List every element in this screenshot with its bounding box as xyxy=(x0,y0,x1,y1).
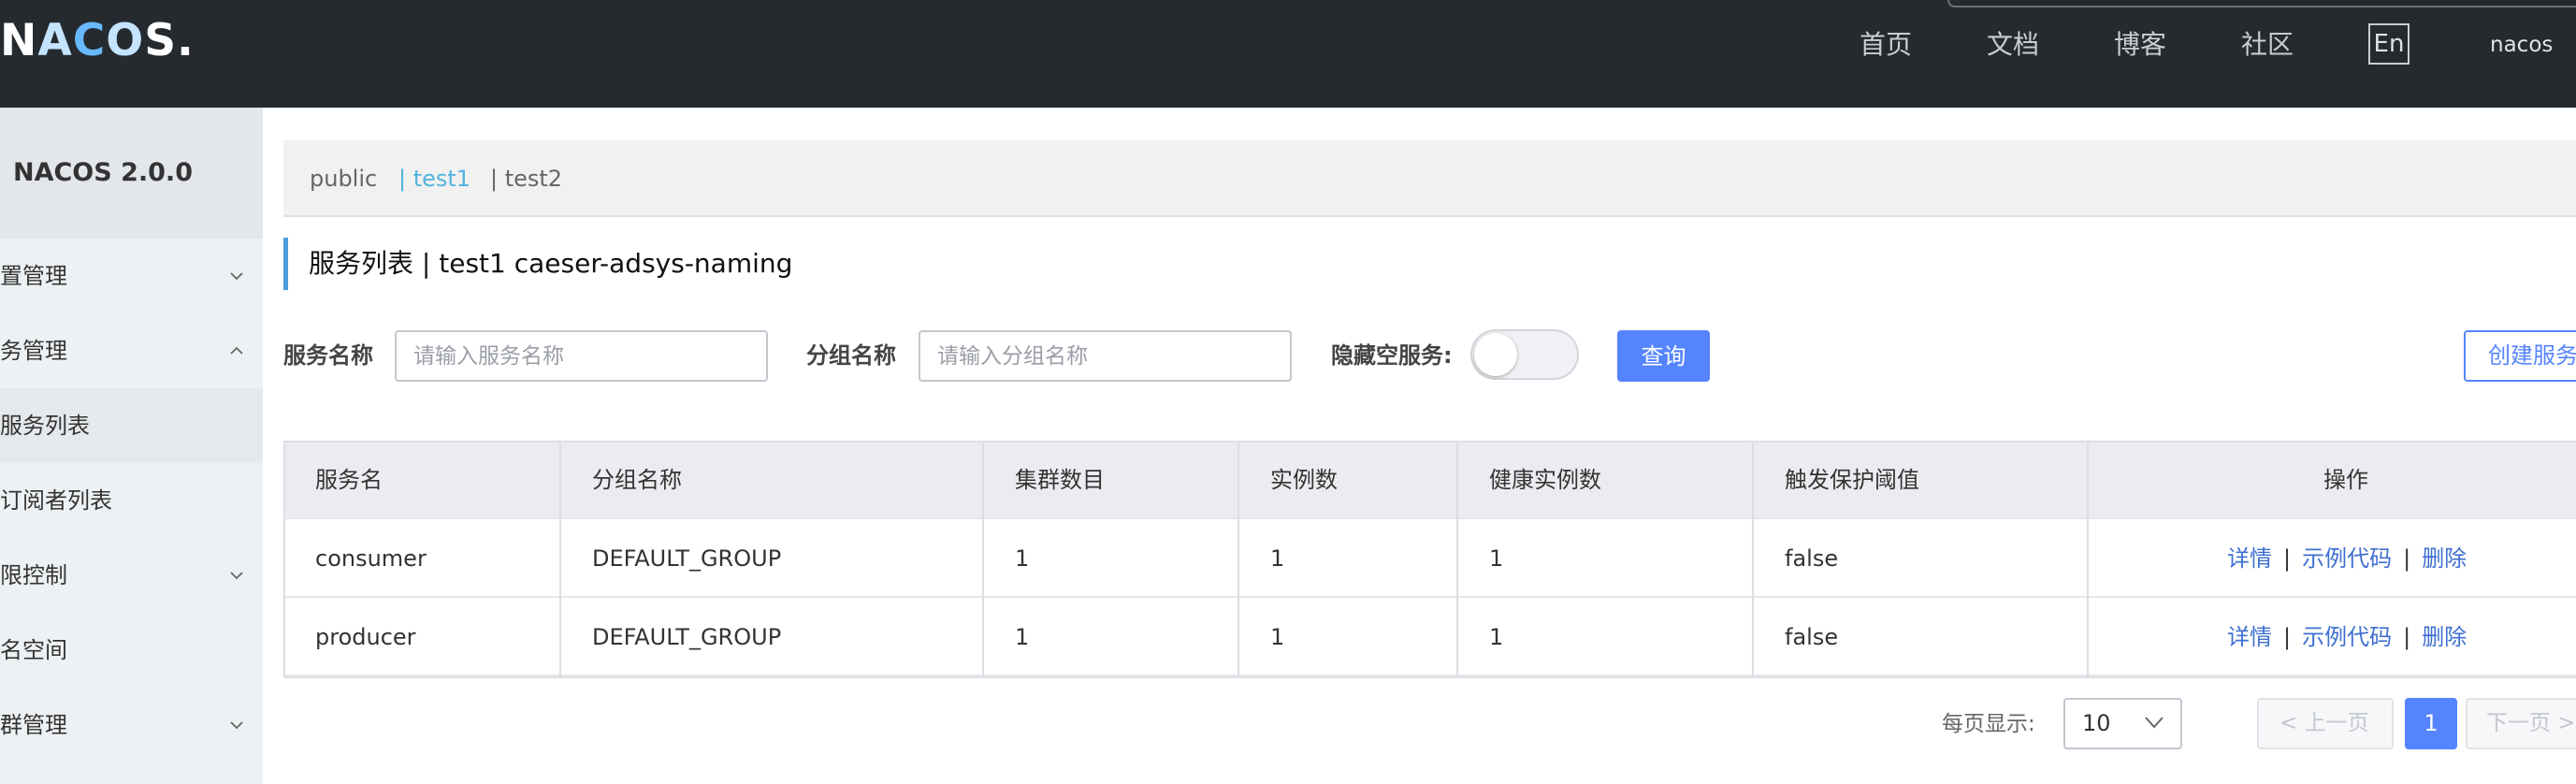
chevron-down-icon xyxy=(230,572,243,580)
column-divider xyxy=(982,441,984,678)
delete-link[interactable]: 删除 xyxy=(2422,545,2467,572)
sidebar-item-label: 置管理 xyxy=(0,263,67,289)
namespace-tab-public[interactable]: public xyxy=(310,163,377,195)
sidebar-title: NACOS 2.0.0 xyxy=(0,108,263,239)
column-divider xyxy=(2087,441,2089,678)
sidebar-item-namespace[interactable]: 名空间 xyxy=(0,613,263,688)
query-button[interactable]: 查询 xyxy=(1617,330,1710,382)
group-name-cell: DEFAULT_GROUP xyxy=(592,545,782,572)
table-header-row: 服务名 分组名称 集群数目 实例数 健康实例数 触发保护阈值 操作 xyxy=(283,441,2576,519)
language-toggle-button[interactable]: En xyxy=(2368,23,2410,65)
next-page-button[interactable]: 下一页 > xyxy=(2466,698,2576,749)
service-name-cell: consumer xyxy=(315,545,427,572)
per-page-select[interactable]: 10 xyxy=(2063,698,2182,749)
nacos-logo[interactable]: NACOS. xyxy=(0,13,195,69)
chevron-down-icon xyxy=(230,272,243,281)
service-name-label: 服务名称 xyxy=(283,342,373,369)
threshold-cell: false xyxy=(1785,545,1839,572)
column-header: 实例数 xyxy=(1270,467,1338,493)
sample-code-link[interactable]: 示例代码 xyxy=(2302,624,2392,650)
service-name-input[interactable] xyxy=(395,330,768,382)
sidebar-item-label: 服务列表 xyxy=(0,413,90,439)
column-header: 服务名 xyxy=(315,467,383,493)
chevron-down-icon xyxy=(2145,717,2164,729)
instance-count-cell: 1 xyxy=(1270,624,1285,650)
column-divider xyxy=(559,441,561,678)
sidebar-item-label: 限控制 xyxy=(0,562,67,588)
version-label: NACOS 2.0.0 xyxy=(13,158,193,187)
group-name-cell: DEFAULT_GROUP xyxy=(592,624,782,650)
sidebar-item-label: 务管理 xyxy=(0,338,67,364)
column-header: 分组名称 xyxy=(592,467,682,493)
table-row: producer DEFAULT_GROUP 1 1 1 false 详情 | 示例… xyxy=(283,598,2576,676)
sidebar-item-access-control[interactable]: 限控制 xyxy=(0,538,263,613)
sidebar-item-service-management[interactable]: 务管理 xyxy=(0,313,263,388)
namespace-tab-test1[interactable]: | test1 xyxy=(398,163,470,195)
sidebar-item-label: 订阅者列表 xyxy=(0,487,112,514)
chevron-up-icon xyxy=(230,346,243,355)
sidebar: NACOS 2.0.0 置管理 务管理 服务列表 订阅者列表 限控制 名空间 群… xyxy=(0,108,263,784)
detail-link[interactable]: 详情 xyxy=(2227,545,2272,572)
threshold-cell: false xyxy=(1785,624,1839,650)
hide-empty-label: 隐藏空服务: xyxy=(1331,342,1453,369)
column-header: 集群数目 xyxy=(1015,467,1105,493)
column-header: 操作 xyxy=(2323,467,2368,493)
toggle-knob xyxy=(1474,333,1517,376)
per-page-label: 每页显示: xyxy=(1942,712,2035,736)
column-divider xyxy=(1237,441,1239,678)
nav-home[interactable]: 首页 xyxy=(1860,26,1912,64)
create-service-button[interactable]: 创建服务 xyxy=(2464,330,2576,382)
column-divider xyxy=(1752,441,1754,678)
sidebar-item-config-management[interactable]: 置管理 xyxy=(0,239,263,313)
sidebar-item-service-list[interactable]: 服务列表 xyxy=(0,388,263,463)
hide-empty-toggle[interactable] xyxy=(1470,329,1579,380)
table-row: consumer DEFAULT_GROUP 1 1 1 false 详情 | 示例… xyxy=(283,519,2576,598)
sidebar-item-subscriber-list[interactable]: 订阅者列表 xyxy=(0,463,263,538)
per-page-value: 10 xyxy=(2082,710,2111,736)
sidebar-item-cluster-management[interactable]: 群管理 xyxy=(0,688,263,762)
group-name-input[interactable] xyxy=(919,330,1292,382)
namespace-tab-test2[interactable]: | test2 xyxy=(490,163,562,195)
column-divider xyxy=(1456,441,1458,678)
healthy-count-cell: 1 xyxy=(1489,624,1504,650)
action-separator: | xyxy=(2283,624,2292,650)
page-title: 服务列表 | test1 caeser-adsys-naming xyxy=(283,238,792,290)
actions-cell: 详情 | 示例代码 | 删除 xyxy=(2227,519,2467,598)
nav-community[interactable]: 社区 xyxy=(2241,26,2294,64)
actions-cell: 详情 | 示例代码 | 删除 xyxy=(2227,598,2467,676)
sample-code-link[interactable]: 示例代码 xyxy=(2302,545,2392,572)
nav-blog[interactable]: 博客 xyxy=(2114,26,2166,64)
healthy-count-cell: 1 xyxy=(1489,545,1504,572)
user-menu[interactable]: nacos xyxy=(2490,28,2553,62)
top-header: NACOS. 首页 文档 博客 社区 En nacos xyxy=(0,0,2576,108)
page-number-button[interactable]: 1 xyxy=(2405,698,2457,749)
delete-link[interactable]: 删除 xyxy=(2422,624,2467,650)
instance-count-cell: 1 xyxy=(1270,545,1285,572)
detail-link[interactable]: 详情 xyxy=(2227,624,2272,650)
column-header: 触发保护阈值 xyxy=(1785,467,1919,493)
service-name-cell: producer xyxy=(315,624,416,650)
nav-docs[interactable]: 文档 xyxy=(1987,26,2039,64)
prev-page-button[interactable]: < 上一页 xyxy=(2257,698,2394,749)
action-separator: | xyxy=(2283,545,2292,572)
sidebar-item-label: 群管理 xyxy=(0,712,67,738)
cluster-count-cell: 1 xyxy=(1015,624,1030,650)
group-name-label: 分组名称 xyxy=(806,342,896,369)
action-separator: | xyxy=(2403,545,2411,572)
action-separator: | xyxy=(2403,624,2411,650)
cluster-count-cell: 1 xyxy=(1015,545,1030,572)
namespace-tabs: public | test1 | test2 xyxy=(283,140,2576,217)
chevron-down-icon xyxy=(230,721,243,730)
header-search-outline xyxy=(1947,0,2576,7)
sidebar-item-label: 名空间 xyxy=(0,637,67,663)
column-header: 健康实例数 xyxy=(1489,467,1601,493)
